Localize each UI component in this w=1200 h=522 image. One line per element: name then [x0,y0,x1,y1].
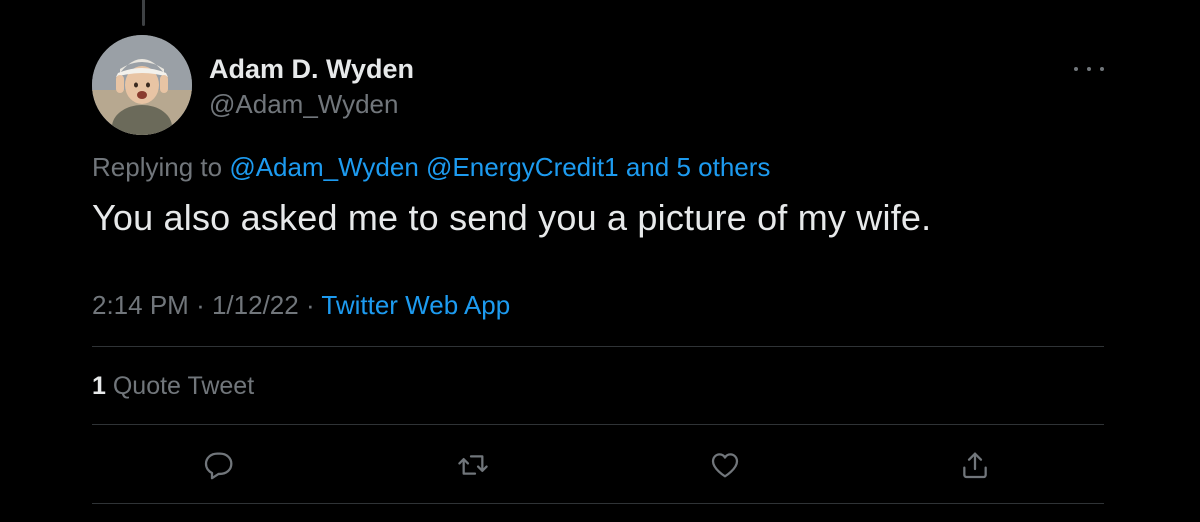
meta-separator: · [305,290,315,320]
divider [92,346,1104,347]
others-link[interactable]: and 5 others [626,152,771,182]
tweet-text: You also asked me to send you a picture … [92,197,932,238]
tweet-meta: 2:14 PM · 1/12/22 · Twitter Web App [92,290,510,321]
tweet-date[interactable]: 1/12/22 [212,290,299,320]
thread-connector-line [142,0,145,26]
more-options-icon[interactable] [1074,58,1104,80]
tweet-time[interactable]: 2:14 PM [92,290,189,320]
avatar[interactable] [92,35,192,135]
retweet-button[interactable] [455,447,491,483]
tweet-source-link[interactable]: Twitter Web App [321,290,510,320]
quote-count-number: 1 [92,372,106,400]
divider [92,424,1104,425]
avatar-image [92,35,192,135]
like-icon [711,453,739,478]
replying-to-line: Replying to @Adam_Wyden @EnergyCredit1 a… [92,152,770,183]
share-button[interactable] [957,447,993,483]
reply-icon [204,452,233,480]
mention-link[interactable]: @EnergyCredit1 [426,152,619,182]
mention-link[interactable]: @Adam_Wyden [229,152,418,182]
reply-button[interactable] [202,447,238,483]
author-display-name[interactable]: Adam D. Wyden [209,54,414,85]
share-icon [963,452,987,479]
quote-count-label: Quote Tweet [112,372,255,400]
author-handle[interactable]: @Adam_Wyden [209,89,398,120]
meta-separator: · [196,290,205,320]
retweet-icon [458,455,488,475]
quote-tweet-count[interactable]: 1 Quote Tweet [92,372,254,401]
like-button[interactable] [707,447,743,483]
divider [92,503,1104,504]
replying-to-label: Replying to [92,152,223,182]
